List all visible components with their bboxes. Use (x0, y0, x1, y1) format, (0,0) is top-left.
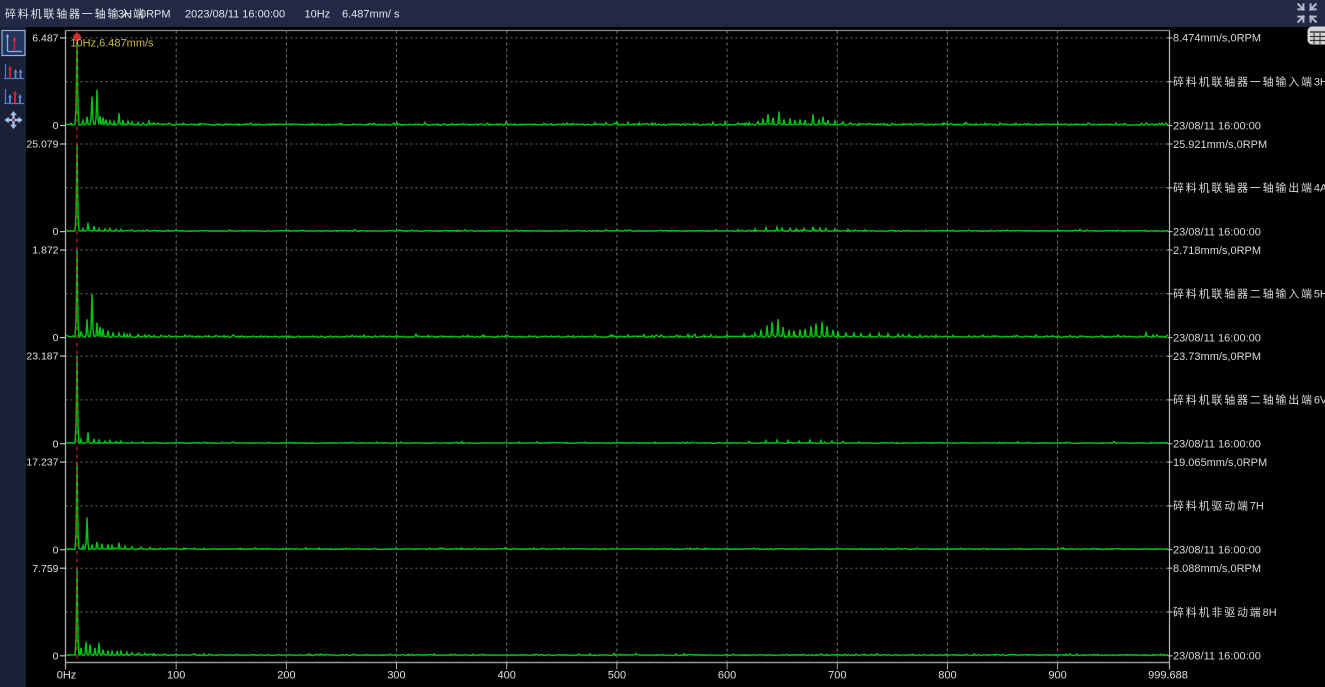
svg-text:500: 500 (608, 670, 626, 682)
svg-text:25.921mm/s,0RPM: 25.921mm/s,0RPM (1173, 139, 1267, 151)
svg-text:300: 300 (387, 670, 405, 682)
svg-text:0: 0 (53, 120, 59, 132)
svg-text:23/08/11 16:00:00: 23/08/11 16:00:00 (1173, 226, 1261, 238)
svg-text:0: 0 (53, 544, 59, 556)
svg-text:6.487mm/ s: 6.487mm/ s (342, 9, 400, 21)
svg-text:2.718mm/s,0RPM: 2.718mm/s,0RPM (1173, 245, 1261, 257)
svg-text:碎料机联轴器二轴输入端5H: 碎料机联轴器二轴输入端5H (1173, 287, 1325, 301)
svg-text:0Hz: 0Hz (57, 670, 77, 682)
svg-text:200: 200 (277, 670, 295, 682)
svg-text:700: 700 (828, 670, 846, 682)
svg-text:8.088mm/s,0RPM: 8.088mm/s,0RPM (1173, 563, 1261, 575)
svg-text:23/08/11 16:00:00: 23/08/11 16:00:00 (1173, 651, 1261, 663)
svg-text:0RPM: 0RPM (140, 9, 171, 21)
svg-text:800: 800 (938, 670, 956, 682)
svg-text:3H: 3H (118, 9, 132, 21)
svg-text:0: 0 (53, 438, 59, 450)
svg-text:10Hz,6.487mm/s: 10Hz,6.487mm/s (70, 37, 154, 49)
svg-text:碎料机联轴器一轴输出端4A（丢）: 碎料机联轴器一轴输出端4A（丢） (1173, 181, 1325, 195)
svg-text:碎料机非驱动端8H: 碎料机非驱动端8H (1173, 605, 1277, 619)
svg-text:0: 0 (53, 226, 59, 238)
svg-text:23.73mm/s,0RPM: 23.73mm/s,0RPM (1173, 351, 1261, 363)
svg-text:23/08/11 16:00:00: 23/08/11 16:00:00 (1173, 120, 1261, 132)
svg-text:碎料机驱动端7H: 碎料机驱动端7H (1173, 499, 1264, 513)
svg-text:6.487: 6.487 (32, 33, 58, 45)
svg-text:23/08/11 16:00:00: 23/08/11 16:00:00 (1173, 439, 1261, 451)
svg-text:1.872: 1.872 (32, 245, 58, 257)
svg-text:碎料机联轴器二轴输出端6V: 碎料机联轴器二轴输出端6V (1173, 393, 1325, 407)
svg-text:8.474mm/s,0RPM: 8.474mm/s,0RPM (1173, 33, 1261, 45)
svg-text:100: 100 (167, 670, 185, 682)
svg-text:23/08/11 16:00:00: 23/08/11 16:00:00 (1173, 332, 1261, 344)
svg-text:0: 0 (53, 332, 59, 344)
svg-text:19.065mm/s,0RPM: 19.065mm/s,0RPM (1173, 457, 1267, 469)
svg-text:999.688: 999.688 (1148, 670, 1188, 682)
svg-text:10Hz: 10Hz (305, 9, 331, 21)
svg-text:碎料机联轴器一轴输入端3H: 碎料机联轴器一轴输入端3H (1173, 75, 1325, 89)
svg-text:25.079: 25.079 (26, 139, 58, 151)
svg-text:23.187: 23.187 (26, 351, 58, 363)
svg-text:23/08/11 16:00:00: 23/08/11 16:00:00 (1173, 545, 1261, 557)
svg-text:17.237: 17.237 (26, 457, 58, 469)
svg-text:400: 400 (498, 670, 516, 682)
svg-text:600: 600 (718, 670, 736, 682)
svg-text:2023/08/11 16:00:00: 2023/08/11 16:00:00 (185, 9, 285, 21)
svg-text:7.759: 7.759 (32, 563, 58, 575)
svg-text:0: 0 (53, 650, 59, 662)
svg-text:900: 900 (1048, 670, 1066, 682)
